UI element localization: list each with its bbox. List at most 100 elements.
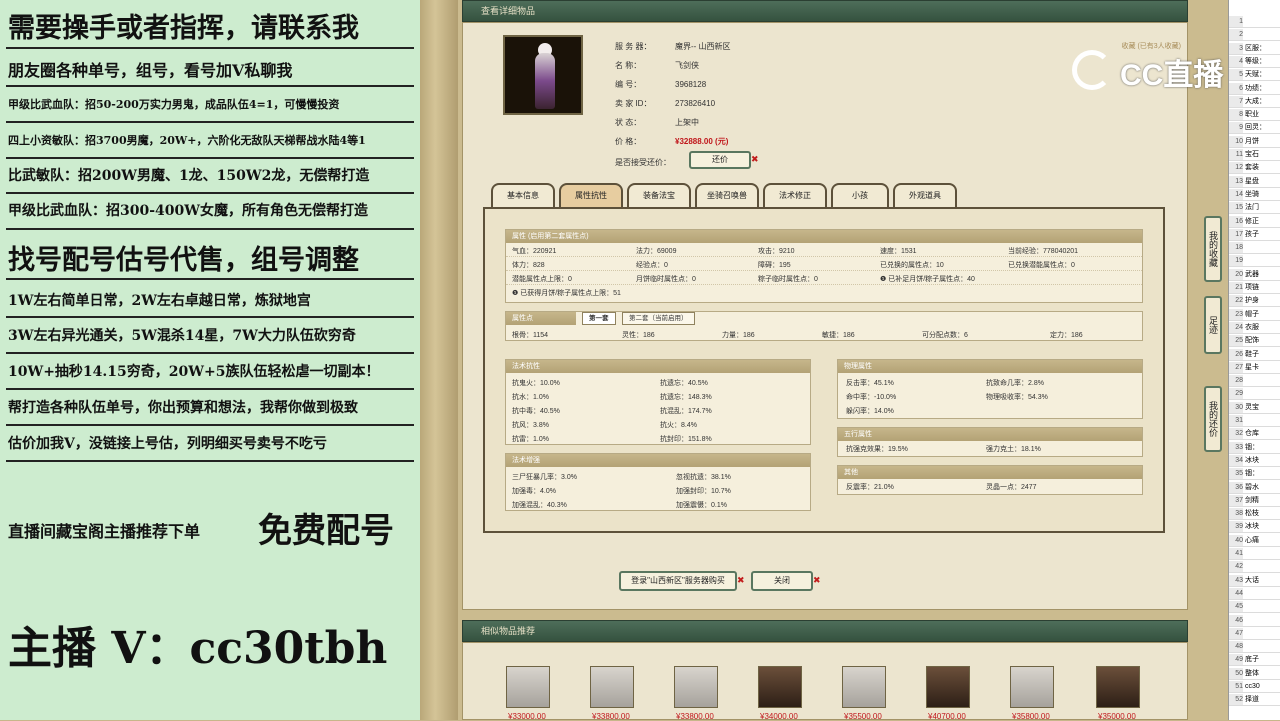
sheet-row-text: 天赋：	[1245, 71, 1266, 79]
sheet-row[interactable]: 30 灵宝	[1229, 401, 1280, 414]
attr-cell: 障碍：195	[758, 262, 791, 269]
sheet-row[interactable]: 25 配饰	[1229, 335, 1280, 348]
sheet-row-number: 28	[1229, 375, 1243, 387]
sheet-row[interactable]: 52 择道	[1229, 694, 1280, 707]
tab-mounts-pets[interactable]: 坐骑召唤兽	[695, 183, 759, 207]
sheet-row[interactable]: 7 大成：	[1229, 95, 1280, 108]
close-button[interactable]: 关闭	[751, 571, 813, 591]
sheet-row[interactable]: 32 仓库	[1229, 428, 1280, 441]
sheet-row[interactable]: 20 武器	[1229, 268, 1280, 281]
points-tab-first[interactable]: 第一套	[582, 312, 616, 325]
sheet-row[interactable]: 39 冰块	[1229, 521, 1280, 534]
recommend-item[interactable]	[842, 666, 886, 708]
sheet-row[interactable]: 45	[1229, 601, 1280, 614]
sheet-row[interactable]: 14 坐骑	[1229, 188, 1280, 201]
sheet-row[interactable]: 26 鞋子	[1229, 348, 1280, 361]
buy-button[interactable]: 登录"山西新区"服务器购买	[619, 571, 737, 591]
attribute-panel: 属性 (启用第二套属性点) 气血：220921 法力：69009 攻击：9210…	[483, 207, 1165, 533]
server-row: 服 务 器： 魔界-- 山西新区	[615, 42, 731, 51]
sheet-row[interactable]: 51 cc30	[1229, 681, 1280, 693]
tab-child[interactable]: 小孩	[831, 183, 889, 207]
attr-cell: 月饼临时属性点：0	[636, 276, 696, 283]
close-icon: ✖	[737, 575, 745, 585]
divider	[6, 388, 414, 390]
recommend-item[interactable]	[1096, 666, 1140, 708]
sheet-row[interactable]: 15 法门	[1229, 202, 1280, 215]
sheet-row[interactable]: 11 宝石	[1229, 149, 1280, 161]
overlay-line-6: 甲级比武血队：招300-400W女魔，所有角色无偿帮打造	[8, 203, 368, 219]
sheet-row[interactable]: 29	[1229, 388, 1280, 401]
my-favorites-button[interactable]: 我的收藏	[1204, 216, 1222, 282]
sheet-row[interactable]: 31	[1229, 415, 1280, 427]
sheet-row[interactable]: 41	[1229, 548, 1280, 560]
sheet-row[interactable]: 12 套装	[1229, 162, 1280, 175]
sheet-row[interactable]: 9 回灵：	[1229, 122, 1280, 135]
sheet-row[interactable]: 38 松枝	[1229, 508, 1280, 521]
sheet-row-text: 月饼	[1245, 137, 1259, 145]
recommend-list	[462, 642, 1188, 720]
sheet-row[interactable]: 33 锢：	[1229, 441, 1280, 454]
tab-spell-correction[interactable]: 法术修正	[763, 183, 827, 207]
sheet-row-number: 30	[1229, 401, 1243, 413]
sheet-row[interactable]: 1	[1229, 16, 1280, 28]
tab-attributes[interactable]: 属性抗性	[559, 183, 623, 207]
recommend-item[interactable]	[590, 666, 634, 708]
sheet-row[interactable]: 50 整体	[1229, 667, 1280, 680]
sheet-row[interactable]: 8 职业	[1229, 109, 1280, 122]
attr-cell: 已兑换的属性点：10	[880, 262, 944, 269]
sheet-row[interactable]: 28	[1229, 375, 1280, 388]
sheet-row[interactable]: 17 孩子	[1229, 228, 1280, 241]
sheet-row[interactable]: 40 心痛	[1229, 534, 1280, 547]
sheet-row[interactable]: 46	[1229, 614, 1280, 627]
sheet-row-text: 法门	[1245, 204, 1259, 212]
attr-cell: 已兑换潜能属性点：0	[1008, 262, 1075, 269]
tab-appearance[interactable]: 外观道具	[893, 183, 957, 207]
sheet-row[interactable]: 16 修正	[1229, 215, 1280, 228]
tab-basic-info[interactable]: 基本信息	[491, 183, 555, 207]
sheet-row[interactable]: 21 项链	[1229, 282, 1280, 294]
sheet-row-text: 松枝	[1245, 510, 1259, 518]
spreadsheet-panel: 1 2 3 区服： 4 等级： 5 天赋： 6 功绩： 7 大成： 8 职业 9 回灵： 10 月饼 11 宝石 12 套…	[1228, 0, 1280, 720]
recommend-item[interactable]	[926, 666, 970, 708]
sheet-row[interactable]: 47	[1229, 627, 1280, 640]
sheet-row[interactable]: 10 月饼	[1229, 135, 1280, 148]
recommend-item[interactable]	[1010, 666, 1054, 708]
recommend-item[interactable]	[674, 666, 718, 708]
divider	[6, 192, 414, 194]
sheet-row[interactable]: 49 底子	[1229, 654, 1280, 667]
sheet-row[interactable]: 43 大话	[1229, 574, 1280, 587]
overlay-line-8: 1W左右简单日常，2W左右卓越日常，炼狱地宫	[8, 293, 311, 309]
my-bargain-button[interactable]: 我的还价	[1204, 386, 1222, 452]
tab-equipment[interactable]: 装备法宝	[627, 183, 691, 207]
recommend-item[interactable]	[758, 666, 802, 708]
sheet-row[interactable]: 34 冰块	[1229, 454, 1280, 467]
stream-overlay-left: 需要操手或者指挥，请联系我 朋友圈各种单号，组号，看号加V私聊我 甲级比武血队：…	[0, 0, 420, 720]
sheet-row[interactable]: 24 衣服	[1229, 321, 1280, 334]
sheet-row[interactable]: 18	[1229, 242, 1280, 255]
sheet-row[interactable]: 19	[1229, 255, 1280, 268]
sheet-row[interactable]: 36 碧水	[1229, 481, 1280, 494]
sheet-row[interactable]: 48	[1229, 641, 1280, 654]
sheet-row[interactable]: 37 剑精	[1229, 494, 1280, 507]
sheet-row[interactable]: 35 锢：	[1229, 468, 1280, 481]
sheet-row[interactable]: 44	[1229, 587, 1280, 600]
sheet-row[interactable]: 2	[1229, 29, 1280, 42]
sheet-row-number: 41	[1229, 548, 1243, 559]
recommend-item[interactable]	[506, 666, 550, 708]
sheet-row[interactable]: 13 星盘	[1229, 175, 1280, 188]
sheet-row-number: 39	[1229, 521, 1243, 533]
footprint-button[interactable]: 足迹	[1204, 296, 1222, 354]
divider	[6, 121, 414, 123]
sheet-row[interactable]: 42	[1229, 561, 1280, 574]
bargain-button[interactable]: 还价	[689, 151, 751, 169]
divider	[6, 157, 414, 159]
points-header: 属性点	[506, 312, 576, 325]
sheet-row[interactable]: 27 星卡	[1229, 361, 1280, 374]
points-tab-second[interactable]: 第二套（当前启用）	[622, 312, 695, 325]
resist-cell: 抗混乱：174.7%	[660, 408, 712, 415]
sheet-row-number: 37	[1229, 494, 1243, 506]
sheet-row-text: 星卡	[1245, 363, 1259, 371]
sheet-row[interactable]: 23 帽子	[1229, 308, 1280, 321]
sheet-row-number: 38	[1229, 508, 1243, 520]
sheet-row[interactable]: 22 护身	[1229, 295, 1280, 308]
